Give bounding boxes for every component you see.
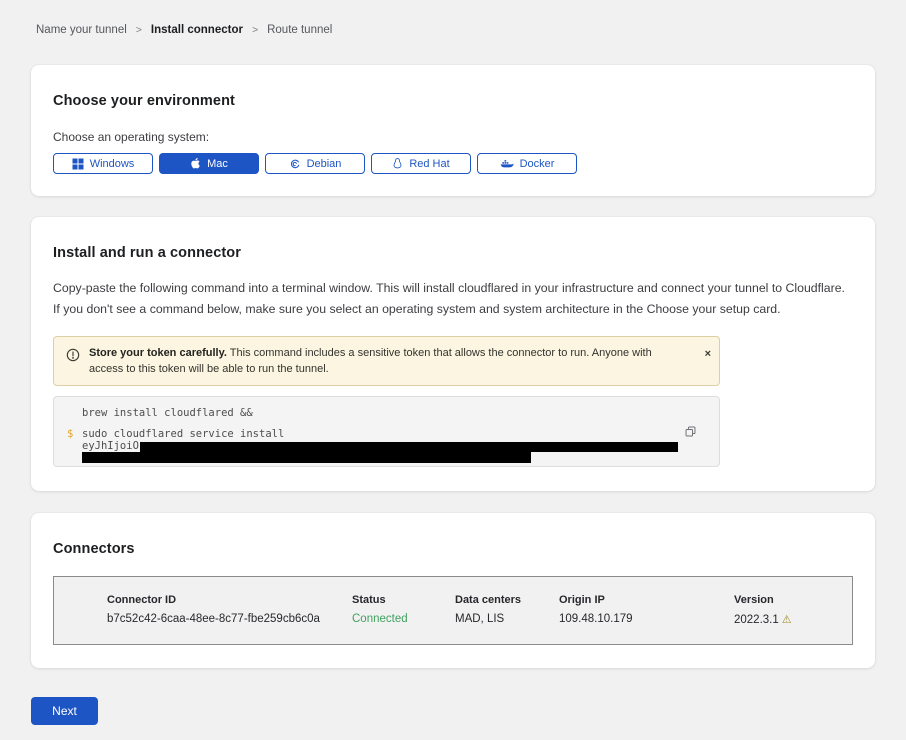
token-warning-banner: Store your token carefully. This command… [53,336,720,386]
token-warning-text: Store your token carefully. This command… [89,345,709,377]
install-card-title: Install and run a connector [53,245,853,261]
column-header-status: Status [352,594,408,606]
apple-logo-icon [190,157,201,170]
column-header-connector-id: Connector ID [107,594,320,606]
environment-card-title: Choose your environment [53,93,853,109]
environment-card: Choose your environment Choose an operat… [31,65,875,196]
os-button-label: Docker [520,158,555,170]
connectors-card-title: Connectors [53,541,853,557]
breadcrumb-install-connector[interactable]: Install connector [151,24,243,36]
redhat-linux-penguin-icon [392,157,403,170]
os-button-mac[interactable]: Mac [159,153,259,174]
os-button-group: Windows Mac Debian [53,153,853,174]
status-badge: Connected [352,613,408,625]
breadcrumb-name-your-tunnel[interactable]: Name your tunnel [36,24,127,36]
next-button[interactable]: Next [31,697,98,725]
code-line-token: eyJhIjoiO [82,441,719,452]
token-visible-text: eyJhIjoiO [82,441,139,452]
os-select-label: Choose an operating system: [53,130,853,144]
debian-logo-icon [289,158,301,170]
column-header-version: Version [734,594,792,606]
os-button-label: Red Hat [409,158,449,170]
data-centers-value: MAD, LIS [455,613,521,625]
install-card: Install and run a connector Copy-paste t… [31,217,875,491]
token-redaction-bar [140,442,678,452]
tunnel-setup-page: Name your tunnel > Install connector > R… [0,0,906,725]
alert-circle-icon [66,348,80,367]
connectors-table: Connector ID b7c52c42-6caa-48ee-8c77-fbe… [53,576,853,645]
breadcrumb: Name your tunnel > Install connector > R… [36,24,875,36]
install-description: Copy-paste the following command into a … [53,278,853,320]
shell-prompt: $ [67,429,73,440]
install-command-codeblock: brew install cloudflared && $ sudo cloud… [53,396,720,467]
breadcrumb-route-tunnel[interactable]: Route tunnel [267,24,332,36]
os-button-windows[interactable]: Windows [53,153,153,174]
token-redaction-bar [82,452,531,463]
breadcrumb-separator: > [252,24,258,36]
os-button-label: Mac [207,158,228,170]
windows-logo-icon [72,158,84,170]
copy-icon[interactable] [684,425,697,441]
docker-whale-icon [500,158,514,170]
origin-ip-value: 109.48.10.179 [559,613,633,625]
connectors-card: Connectors Connector ID b7c52c42-6caa-48… [31,513,875,668]
warning-triangle-icon: ⚠ [782,614,792,626]
code-line-sudo: sudo cloudflared service install [82,429,719,440]
connector-id-value: b7c52c42-6caa-48ee-8c77-fbe259cb6c0a [107,613,320,625]
close-icon[interactable]: × [705,349,711,360]
column-header-data-centers: Data centers [455,594,521,606]
column-header-origin-ip: Origin IP [559,594,633,606]
os-button-label: Debian [307,158,342,170]
breadcrumb-separator: > [136,24,142,36]
os-button-debian[interactable]: Debian [265,153,365,174]
os-button-redhat[interactable]: Red Hat [371,153,471,174]
version-value: 2022.3.1⚠ [734,613,792,626]
os-button-docker[interactable]: Docker [477,153,577,174]
token-warning-bold: Store your token carefully. [89,347,227,359]
code-line-brew: brew install cloudflared && [82,408,719,419]
os-button-label: Windows [90,158,135,170]
